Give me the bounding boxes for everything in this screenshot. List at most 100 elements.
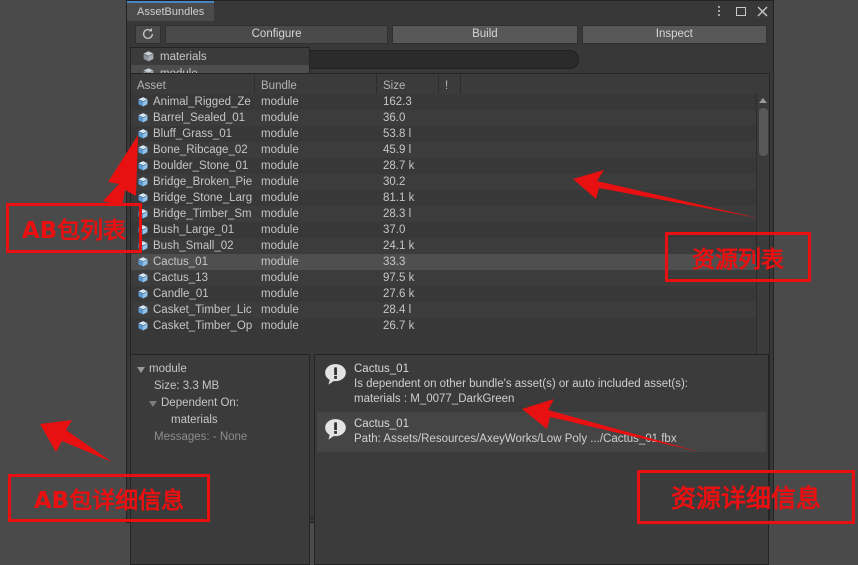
chevron-down-icon[interactable] <box>137 366 145 373</box>
table-row[interactable]: Bone_Ribcage_02 module 45.9 l <box>131 142 769 158</box>
tab-inspect[interactable]: Inspect <box>581 24 768 44</box>
cell-asset: Cactus_13 <box>131 272 255 284</box>
asset-message-title: Cactus_01 <box>354 363 409 375</box>
asset-cube-icon <box>138 257 148 267</box>
asset-table-header: Asset Bundle Size ! <box>131 74 769 95</box>
bundle-list-item[interactable]: materials <box>131 48 309 65</box>
cell-asset: Boulder_Stone_01 <box>131 160 255 172</box>
cell-bundle: module <box>261 240 299 252</box>
kebab-menu-icon[interactable] <box>712 5 725 18</box>
cell-size: 81.1 k <box>383 192 415 204</box>
cell-bundle: module <box>261 144 299 156</box>
table-row[interactable]: Casket_Timber_Lic module 28.4 l <box>131 302 769 318</box>
asset-message-title: Cactus_01 <box>354 418 409 430</box>
table-row[interactable]: Boulder_Stone_01 module 28.7 k <box>131 158 769 174</box>
mode-toolbar: Configure Build Inspect <box>127 21 773 47</box>
cell-bundle: module <box>261 272 299 284</box>
tab-configure[interactable]: Configure <box>164 24 389 44</box>
table-row[interactable]: Barrel_Sealed_01 module 36.0 <box>131 110 769 126</box>
tab-configure-label: Configure <box>251 28 302 40</box>
asset-cube-icon <box>138 305 148 315</box>
bundle-detail-dependency-label: materials <box>171 414 218 426</box>
bundle-detail-pane: module Size: 3.3 MB Dependent On: materi… <box>130 354 310 565</box>
asset-cube-icon <box>138 321 148 331</box>
cell-asset-label: Boulder_Stone_01 <box>153 160 249 172</box>
table-row[interactable]: Bridge_Timber_Sm module 28.3 l <box>131 206 769 222</box>
bundle-cube-icon <box>143 51 154 62</box>
arrow-to-bundle-detail <box>40 420 112 462</box>
cell-asset-label: Bluff_Grass_01 <box>153 128 233 140</box>
tab-build[interactable]: Build <box>392 24 578 44</box>
cell-size: 33.3 <box>383 256 406 268</box>
cell-asset-label: Casket_Timber_Lic <box>153 304 252 316</box>
table-row[interactable]: Casket_Timber_Op module 26.7 k <box>131 318 769 334</box>
table-row[interactable]: Bridge_Broken_Pie module 30.2 <box>131 174 769 190</box>
asset-cube-icon <box>138 97 148 107</box>
table-row[interactable]: Bridge_Stone_Larg module 81.1 k <box>131 190 769 206</box>
tab-inspect-label: Inspect <box>655 28 693 40</box>
cell-asset: Bush_Large_01 <box>131 224 255 236</box>
cell-bundle: module <box>261 224 299 236</box>
column-header-size[interactable]: Size <box>377 74 439 94</box>
column-header-bundle[interactable]: Bundle <box>255 74 377 94</box>
cell-bundle: module <box>261 288 299 300</box>
bundle-detail-dependent-label: Dependent On: <box>161 397 240 409</box>
cell-asset-label: Bush_Large_01 <box>153 224 235 236</box>
table-row[interactable]: Bluff_Grass_01 module 53.8 l <box>131 126 769 142</box>
bundle-detail-size: Size: 3.3 MB <box>137 378 309 395</box>
bundle-detail-name-row[interactable]: module <box>137 361 309 378</box>
scroll-up-icon[interactable] <box>757 94 769 106</box>
cell-size: 37.0 <box>383 224 406 236</box>
table-row[interactable]: Candle_01 module 27.6 k <box>131 286 769 302</box>
cell-asset: Animal_Rigged_Ze <box>131 96 255 108</box>
cell-bundle: module <box>261 208 299 220</box>
column-header-extra[interactable] <box>461 74 769 94</box>
cell-bundle: module <box>261 304 299 316</box>
cell-size: 28.4 l <box>383 304 412 316</box>
tab-label: AssetBundles <box>137 6 205 18</box>
asset-cube-icon <box>138 273 148 283</box>
asset-cube-icon <box>138 161 148 171</box>
annotation-asset-list: 资源列表 <box>665 232 811 282</box>
cell-bundle: module <box>261 96 299 108</box>
column-header-message[interactable]: ! <box>439 74 461 94</box>
bundle-detail-name: module <box>149 363 187 375</box>
bundle-list-item-label: materials <box>160 50 207 63</box>
warning-bubble-icon <box>325 364 346 385</box>
refresh-button[interactable] <box>135 24 161 44</box>
cell-size: 30.2 <box>383 176 406 188</box>
cell-asset: Casket_Timber_Lic <box>131 304 255 316</box>
cell-asset: Barrel_Sealed_01 <box>131 112 255 124</box>
chevron-down-icon[interactable] <box>149 400 157 407</box>
scrollbar-thumb[interactable] <box>759 108 768 156</box>
asset-message-line: materials : M_0077_DarkGreen <box>354 393 515 405</box>
cell-size: 97.5 k <box>383 272 415 284</box>
cell-bundle: module <box>261 128 299 140</box>
asset-list-pane: Asset Bundle Size ! Animal_Rigged_Zemodu… <box>127 50 770 519</box>
cell-bundle: module <box>261 256 299 268</box>
asset-cube-icon <box>138 113 148 123</box>
cell-size: 28.7 k <box>383 160 415 172</box>
cell-size: 53.8 l <box>383 128 412 140</box>
cell-asset: Bluff_Grass_01 <box>131 128 255 140</box>
close-icon[interactable] <box>756 5 769 18</box>
cell-asset-label: Bridge_Stone_Larg <box>153 192 253 204</box>
tab-assetbundles[interactable]: AssetBundles <box>127 1 215 21</box>
column-header-asset[interactable]: Asset <box>131 74 255 94</box>
refresh-icon <box>142 28 153 39</box>
cell-bundle: module <box>261 192 299 204</box>
table-row[interactable]: Animal_Rigged_Ze module 162.3 <box>131 94 769 110</box>
cell-asset-label: Casket_Timber_Op <box>153 320 253 332</box>
cell-asset-label: Animal_Rigged_Ze <box>153 96 251 108</box>
warning-bubble-icon <box>325 419 346 440</box>
asset-message-row[interactable]: Cactus_01 Path: Assets/Resources/AxeyWor… <box>317 412 766 452</box>
maximize-icon[interactable] <box>734 5 747 18</box>
bundle-detail-size-label: Size: 3.3 MB <box>154 380 220 392</box>
asset-cube-icon <box>138 129 148 139</box>
asset-message-row[interactable]: Cactus_01 Is dependent on other bundle's… <box>317 357 766 412</box>
bundle-detail-dependent-row[interactable]: Dependent On: <box>137 395 309 412</box>
cell-bundle: module <box>261 320 299 332</box>
cell-size: 24.1 k <box>383 240 415 252</box>
window-controls <box>712 1 769 21</box>
cell-size: 36.0 <box>383 112 406 124</box>
